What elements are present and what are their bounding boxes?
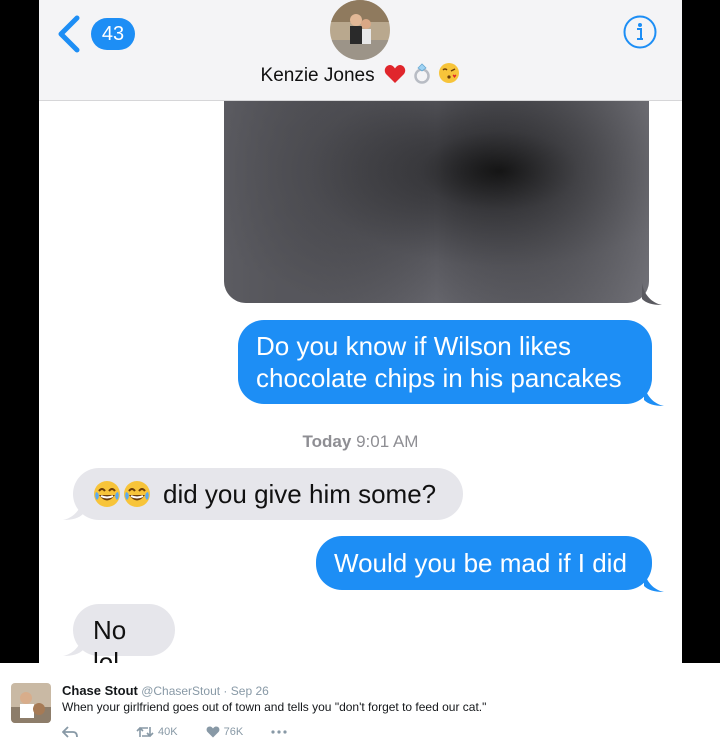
chevron-left-icon (58, 15, 80, 53)
incoming-message[interactable]: No lol (73, 604, 175, 663)
message-text: Do you know if Wilson likes chocolate ch… (256, 331, 622, 393)
unread-count-badge: 43 (91, 18, 135, 50)
contact-name-row[interactable]: Kenzie Jones (39, 62, 682, 90)
bubble-tail (644, 384, 664, 406)
tweet-text: When your girlfriend goes out of town an… (62, 700, 487, 714)
contact-avatar[interactable] (330, 0, 390, 60)
timestamp: Today 9:01 AM (39, 432, 682, 452)
left-border (0, 0, 39, 663)
tweet-meta: Chase Stout @ChaserStout · Sep 26 (62, 683, 269, 698)
tweet-handle[interactable]: @ChaserStout (141, 684, 220, 698)
outgoing-message[interactable]: Would you be mad if I did (316, 536, 652, 590)
bubble-tail (63, 634, 83, 656)
retweet-button[interactable]: 40K (136, 726, 178, 738)
more-dots-icon (271, 730, 287, 734)
tweet-avatar[interactable] (11, 683, 51, 723)
like-count: 76K (223, 726, 244, 738)
tweet-card: Chase Stout @ChaserStout · Sep 26 When y… (0, 663, 720, 753)
avatar-photo-icon (330, 0, 390, 60)
avatar-photo-icon (11, 683, 51, 723)
back-button[interactable]: 43 (53, 14, 135, 54)
incoming-message[interactable]: did you give him some? (73, 468, 463, 520)
right-border (682, 0, 720, 663)
message-text: Would you be mad if I did (334, 548, 627, 578)
kissing-face-icon (439, 63, 460, 83)
bubble-tail (644, 570, 664, 592)
photo-tail (642, 283, 662, 305)
outgoing-message[interactable]: Do you know if Wilson likes chocolate ch… (238, 320, 652, 404)
timestamp-time: 9:01 AM (356, 432, 419, 451)
heart-icon (206, 726, 219, 738)
reply-button[interactable] (62, 726, 82, 738)
joy-icon (124, 481, 150, 507)
more-button[interactable] (271, 730, 291, 734)
red-heart-icon (384, 65, 406, 83)
joy-icon (94, 481, 120, 507)
conversation-header: 43 Kenzie Jones (39, 0, 682, 101)
retweet-icon (136, 726, 154, 738)
retweet-count: 40K (158, 726, 178, 738)
ring-icon (414, 63, 430, 84)
photo-message[interactable] (224, 90, 649, 303)
info-icon (623, 15, 657, 49)
tweet-date[interactable]: Sep 26 (231, 684, 269, 698)
meta-separator: · (223, 684, 228, 698)
message-text: did you give him some? (163, 479, 437, 509)
contact-name: Kenzie Jones (260, 65, 375, 87)
reply-icon (62, 726, 78, 738)
message-text: No lol (93, 615, 127, 663)
bubble-tail (63, 498, 83, 520)
info-button[interactable] (622, 14, 658, 50)
tweet-author-name[interactable]: Chase Stout (62, 683, 138, 698)
timestamp-day: Today (302, 432, 352, 451)
imessage-screen: Do you know if Wilson likes chocolate ch… (39, 0, 682, 663)
contact-name-emojis (384, 62, 461, 90)
tweet-actions: 40K 76K (62, 726, 291, 738)
like-button[interactable]: 76K (206, 726, 244, 738)
blurred-photo-icon (224, 90, 649, 303)
